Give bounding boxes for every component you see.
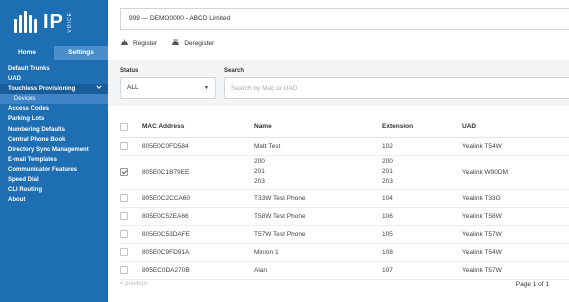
previous-page-link[interactable]: < previous	[120, 281, 148, 287]
sidebar-tabs: Home Settings	[0, 46, 108, 60]
cell-uad: Yealink T57W	[462, 261, 569, 280]
logo-bars-icon	[14, 11, 39, 33]
cell-name: Minion 1	[254, 243, 382, 262]
cell-extension: 107	[382, 261, 462, 280]
column-header-mac[interactable]: MAC Address	[142, 117, 254, 138]
row-checkbox[interactable]	[120, 194, 128, 202]
devices-table: MAC Address Name Extension UAD 805E0C0FD…	[120, 117, 569, 280]
row-checkbox[interactable]	[120, 142, 128, 150]
cell-mac: 805E0C2CCA60	[142, 189, 254, 208]
table-row[interactable]: 805E0C53DAFE T57W Test Phone 105 Yealink…	[120, 225, 569, 244]
sidebar-item-central-phone-book[interactable]: Central Phone Book	[0, 135, 108, 145]
sidebar-item-parking-lots[interactable]: Parking Lots	[0, 114, 108, 124]
register-label: Register	[133, 39, 158, 47]
cell-uad: Yealink T33G	[462, 189, 569, 208]
cell-mac: 805E0C9FD91A	[142, 243, 254, 262]
cell-extension: 104	[382, 189, 462, 208]
search-input[interactable]	[224, 77, 569, 99]
action-bar: Register Deregister	[120, 39, 228, 47]
settings-menu: Default Trunks UAD Touchless Provisionin…	[0, 64, 108, 205]
sidebar: IP VOICE Home Settings Default Trunks UA…	[0, 0, 108, 302]
table-header-row: MAC Address Name Extension UAD	[120, 117, 569, 138]
tab-settings[interactable]: Settings	[54, 46, 108, 60]
cell-extension: 200 201 203	[382, 155, 462, 190]
extension-line: 203	[382, 178, 393, 185]
ipvoice-logo[interactable]: IP VOICE	[0, 0, 108, 44]
cell-uad: Yealink T54W	[462, 137, 569, 156]
sidebar-item-cli-routing[interactable]: CLI Routing	[0, 185, 108, 195]
extension-line: 200	[382, 158, 393, 165]
column-header-name[interactable]: Name	[254, 117, 382, 138]
sidebar-item-devices[interactable]: Devices	[0, 94, 108, 105]
row-checkbox[interactable]	[120, 248, 128, 256]
name-line: 201	[254, 168, 265, 175]
table-row[interactable]: 805E0C1B79EE 200 201 203 200 201 203 Yea…	[120, 155, 569, 190]
tab-home[interactable]: Home	[0, 46, 54, 60]
account-selector[interactable]: 999 — DEMO0000 - ABCD Limited	[120, 8, 569, 30]
deregister-icon	[172, 39, 180, 45]
cell-uad: Yealink T57W	[462, 225, 569, 244]
table-row[interactable]: 805E0C9FD91A Minion 1 108 Yealink T54W	[120, 243, 569, 262]
row-checkbox[interactable]	[120, 168, 128, 176]
main-content: 999 — DEMO0000 - ABCD Limited Register D…	[108, 0, 569, 302]
cell-uad: Yealink W90DM	[462, 155, 569, 190]
sidebar-item-speed-dial[interactable]: Speed Dial	[0, 175, 108, 185]
cell-name: T58W Test Phone	[254, 207, 382, 226]
table-row[interactable]: 805E0C52EA66 T58W Test Phone 106 Yealink…	[120, 207, 569, 226]
row-checkbox[interactable]	[120, 212, 128, 220]
cell-name: Alan	[254, 261, 382, 280]
column-header-uad[interactable]: UAD	[462, 117, 569, 138]
register-icon	[121, 39, 128, 45]
sidebar-item-email-templates[interactable]: E-mail Templates	[0, 155, 108, 165]
status-value: ALL	[127, 84, 139, 91]
table-row[interactable]: 805E0C2CCA60 T33W Test Phone 104 Yealink…	[120, 189, 569, 208]
table-row[interactable]: 805E0C0FD584 Matt Test 102 Yealink T54W	[120, 137, 569, 156]
filter-panel: Status Search ALL ▼	[108, 60, 569, 106]
cell-name: T57W Test Phone	[254, 225, 382, 244]
sidebar-item-touchless-provisioning[interactable]: Touchless Provisioning	[0, 84, 108, 95]
sidebar-item-default-trunks[interactable]: Default Trunks	[0, 64, 108, 74]
caret-down-icon: ▼	[204, 85, 209, 91]
logo-subtext: VOICE	[66, 11, 73, 33]
cell-extension: 105	[382, 225, 462, 244]
sidebar-item-directory-sync[interactable]: Directory Sync Management	[0, 145, 108, 155]
extension-line: 201	[382, 168, 393, 175]
search-label: Search	[224, 68, 245, 74]
status-label: Status	[120, 68, 139, 74]
sidebar-item-numbering-defaults[interactable]: Numbering Defaults	[0, 125, 108, 135]
row-checkbox[interactable]	[120, 230, 128, 238]
sidebar-item-label: Touchless Provisioning	[8, 86, 76, 93]
cell-mac: 805E0C0FD584	[142, 137, 254, 156]
chevron-down-icon	[96, 84, 102, 94]
status-select[interactable]: ALL ▼	[120, 77, 216, 99]
name-line: 200	[254, 158, 265, 165]
name-line: 203	[254, 178, 265, 185]
cell-mac: 805E0C1B79EE	[142, 155, 254, 190]
cell-extension: 106	[382, 207, 462, 226]
column-header-extension[interactable]: Extension	[382, 117, 462, 138]
logo-text: IP	[43, 11, 64, 33]
table-row[interactable]: 805EC0DA270B Alan 107 Yealink T57W	[120, 261, 569, 280]
cell-mac: 805EC0DA270B	[142, 261, 254, 280]
sidebar-item-access-codes[interactable]: Access Codes	[0, 104, 108, 114]
page-indicator: Page 1 of 1	[515, 281, 549, 288]
cell-uad: Yealink T58W	[462, 207, 569, 226]
select-all-checkbox[interactable]	[120, 122, 128, 131]
row-checkbox[interactable]	[120, 266, 128, 274]
cell-name: T33W Test Phone	[254, 189, 382, 208]
cell-mac: 805E0C52EA66	[142, 207, 254, 226]
deregister-label: Deregister	[184, 39, 215, 47]
deregister-button[interactable]: Deregister	[171, 39, 214, 47]
register-button[interactable]: Register	[120, 39, 157, 47]
sidebar-item-communicator-features[interactable]: Communicator Features	[0, 165, 108, 175]
cell-uad: Yealink T54W	[462, 243, 569, 262]
cell-name: Matt Test	[254, 137, 382, 156]
cell-extension: 102	[382, 137, 462, 156]
cell-extension: 108	[382, 243, 462, 262]
sidebar-item-about[interactable]: About	[0, 195, 108, 205]
cell-name: 200 201 203	[254, 155, 382, 190]
cell-mac: 805E0C53DAFE	[142, 225, 254, 244]
select-all-cell	[120, 117, 142, 138]
sidebar-item-uad[interactable]: UAD	[0, 74, 108, 84]
